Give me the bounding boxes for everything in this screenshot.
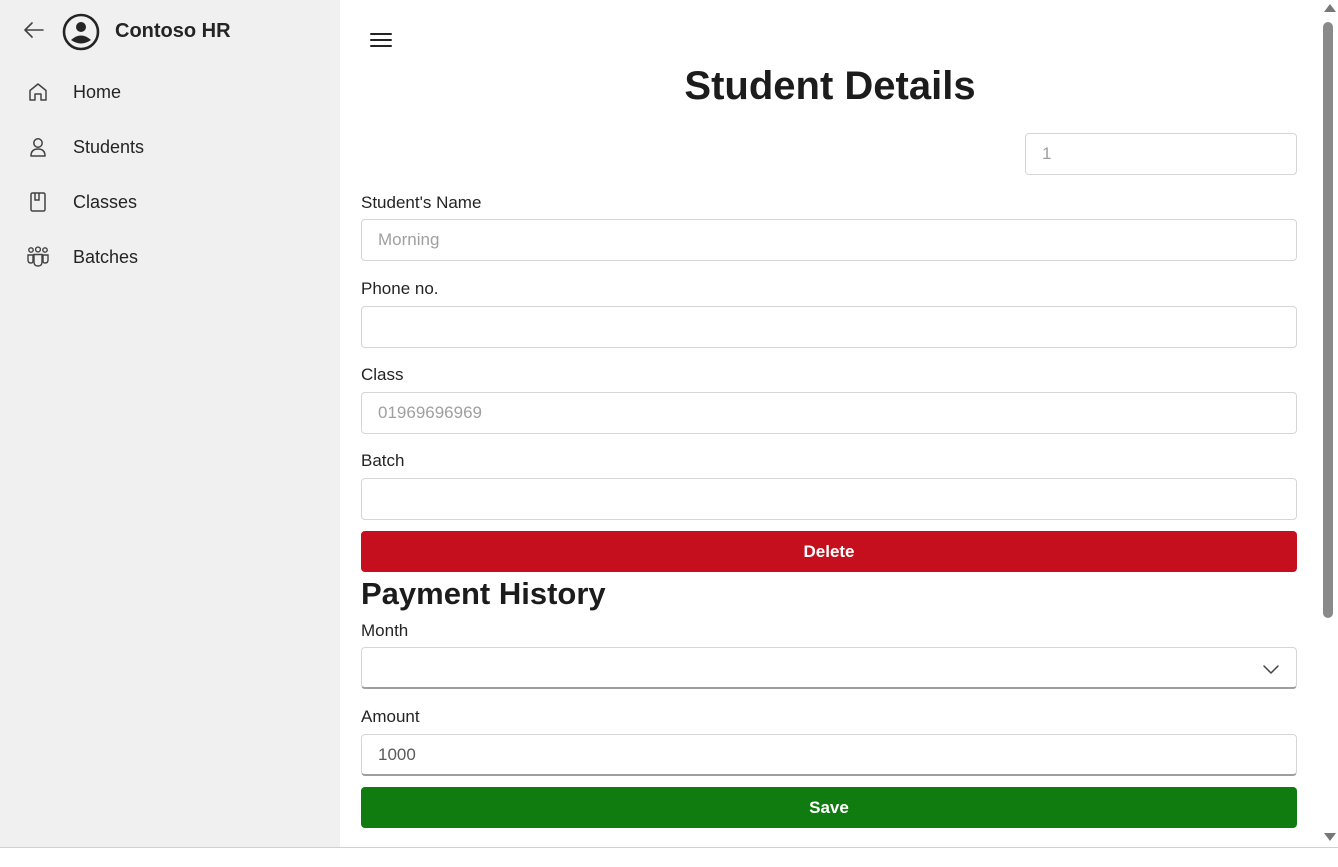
sidebar-item-batches[interactable]: Batches: [0, 232, 340, 282]
student-name-label: Student's Name: [361, 193, 482, 212]
sidebar-item-home[interactable]: Home: [0, 67, 340, 117]
save-button[interactable]: Save: [361, 787, 1297, 828]
scroll-up-arrow-icon[interactable]: [1324, 4, 1336, 12]
back-button[interactable]: [20, 18, 48, 46]
chevron-down-icon: [1262, 660, 1280, 678]
app-title: Contoso HR: [115, 20, 231, 42]
student-name-placeholder: Morning: [378, 230, 440, 249]
student-id-field[interactable]: 1: [1025, 133, 1297, 175]
sidebar-item-students[interactable]: Students: [0, 122, 340, 172]
payment-history-title: Payment History: [361, 576, 606, 611]
person-icon: [26, 135, 50, 159]
delete-button[interactable]: Delete: [361, 531, 1297, 572]
main-content: Student Details 1 Student's Name Morning…: [340, 0, 1320, 848]
scrollbar-thumb[interactable]: [1323, 22, 1333, 618]
sidebar-item-label: Batches: [73, 246, 139, 267]
scroll-down-arrow-icon[interactable]: [1324, 833, 1336, 841]
home-icon: [26, 80, 50, 104]
arrow-left-icon: [24, 21, 44, 43]
sidebar-header: Contoso HR: [0, 0, 340, 64]
month-dropdown[interactable]: [361, 647, 1297, 689]
class-placeholder: 01969696969: [378, 403, 483, 422]
menu-icon: [368, 33, 394, 55]
amount-field[interactable]: 1000: [361, 734, 1297, 776]
student-name-field[interactable]: Morning: [361, 219, 1297, 261]
phone-field[interactable]: [361, 306, 1297, 348]
vertical-scrollbar[interactable]: [1320, 0, 1338, 848]
sidebar-item-label: Students: [73, 136, 145, 157]
month-label: Month: [361, 621, 409, 640]
book-icon: [26, 190, 50, 214]
class-field[interactable]: 01969696969: [361, 392, 1297, 434]
hamburger-menu-button[interactable]: [368, 29, 394, 51]
sidebar-item-label: Home: [73, 81, 122, 102]
batch-field[interactable]: [361, 478, 1297, 520]
app-logo-icon: [62, 13, 100, 51]
people-team-icon: [26, 245, 50, 269]
phone-label: Phone no.: [361, 279, 439, 298]
page-title: Student Details: [684, 64, 976, 108]
sidebar: Contoso HR Home Students Classes Batches: [0, 0, 340, 848]
batch-label: Batch: [361, 451, 405, 470]
sidebar-item-label: Classes: [73, 191, 138, 212]
sidebar-item-classes[interactable]: Classes: [0, 177, 340, 227]
amount-label: Amount: [361, 707, 420, 726]
window-bottom-border: [0, 847, 1338, 848]
student-id-placeholder: 1: [1042, 144, 1052, 163]
amount-value: 1000: [378, 744, 416, 764]
class-label: Class: [361, 365, 404, 384]
